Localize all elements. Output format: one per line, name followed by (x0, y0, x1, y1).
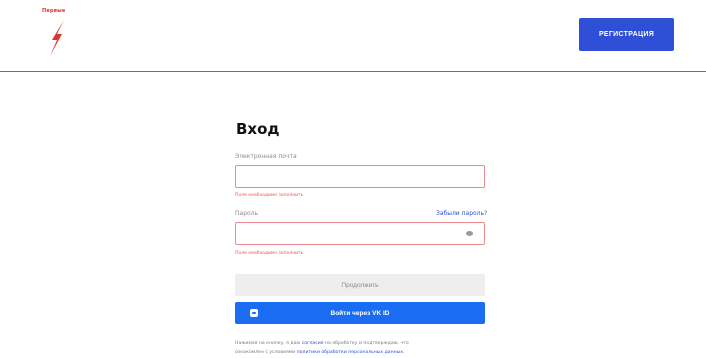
password-label: Пароль (235, 210, 259, 217)
logo[interactable]: Первые (42, 8, 78, 58)
header-divider (0, 71, 706, 72)
vk-id-button[interactable]: Войти через VK ID (235, 302, 485, 324)
password-field[interactable] (235, 222, 485, 245)
header: Первые РЕГИСТРАЦИЯ (0, 0, 706, 70)
logo-text: Первые (42, 8, 66, 14)
continue-button[interactable]: Продолжить (235, 274, 485, 296)
consent-text: Нажимая на кнопку, я даю согласие на обр… (235, 339, 485, 357)
email-field[interactable] (235, 165, 485, 188)
privacy-policy-link[interactable]: политики обработки персональных данных (297, 350, 403, 355)
vk-icon (250, 309, 258, 317)
consent-line2-pre: ознакомлен с условиями (235, 350, 297, 355)
consent-line1-post: на обработку и подтверждаю, что (323, 341, 409, 346)
eye-icon[interactable] (466, 231, 473, 236)
consent-line1-pre: Нажимая на кнопку, я даю (235, 341, 302, 346)
forgot-password-link[interactable]: Забыли пароль? (436, 210, 487, 217)
vk-id-label: Войти через VK ID (330, 309, 390, 317)
email-error: Поле необходимо заполнить (235, 193, 304, 198)
email-label: Электронная почта (235, 153, 297, 160)
consent-line2-post: . (402, 350, 405, 355)
register-button[interactable]: РЕГИСТРАЦИЯ (579, 18, 674, 51)
password-error: Поле необходимо заполнить (235, 251, 304, 256)
consent-link[interactable]: согласие (302, 341, 324, 346)
logo-icon (50, 20, 64, 56)
page-title: Вход (236, 120, 280, 138)
